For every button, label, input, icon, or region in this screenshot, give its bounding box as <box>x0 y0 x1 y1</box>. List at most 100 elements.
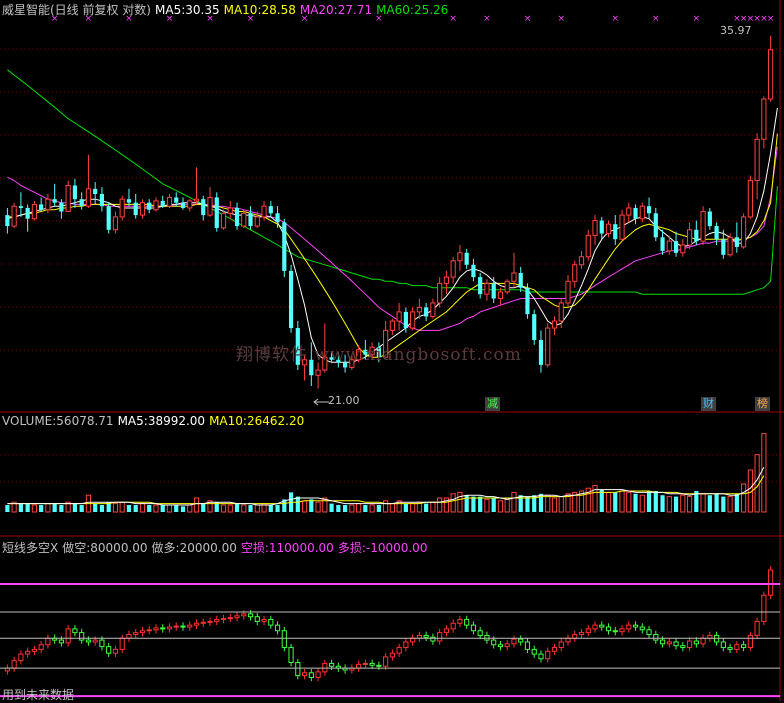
candle-body-up <box>241 212 247 227</box>
candle-body-up <box>166 196 173 207</box>
signal-marker: × <box>693 14 701 24</box>
candle-body-up <box>747 179 753 218</box>
candle-body-up <box>680 244 686 254</box>
candle-body-down <box>464 252 469 265</box>
osc-body-down <box>538 653 544 660</box>
volume-bar-down <box>39 505 44 512</box>
volume-ma5-label: MA5: <box>117 414 148 428</box>
osc-body-down <box>369 662 375 666</box>
candle-body-up <box>112 216 119 231</box>
osc-body-up <box>558 641 564 649</box>
candle-body-down <box>5 215 10 227</box>
osc-body-up <box>25 650 31 655</box>
tag-reduce[interactable]: 减 <box>485 397 500 411</box>
volume-bar-down <box>525 496 530 512</box>
candle-body-down <box>201 199 206 216</box>
tag-billboard[interactable]: 榜 <box>755 397 770 411</box>
candle-body-down <box>538 339 544 365</box>
volume-bar-down <box>5 505 10 512</box>
volume-bar-up <box>761 433 767 513</box>
short-label: 做空: <box>62 541 91 555</box>
osc-body-up <box>619 628 625 633</box>
candle-body-up <box>227 207 233 214</box>
volume-bar-up <box>450 493 456 513</box>
osc-body-down <box>605 626 612 632</box>
volume-bar-down <box>343 505 348 512</box>
volume-bar-down <box>599 489 604 512</box>
volume-bar-up <box>545 494 551 513</box>
candle-body-up <box>605 223 612 235</box>
price-candles <box>5 35 774 389</box>
osc-body-down <box>659 639 666 645</box>
signal-marker: × <box>557 14 565 24</box>
volume-bar-down <box>99 505 105 512</box>
candle-body-down <box>633 207 638 219</box>
candle-body-up <box>626 207 632 216</box>
osc-body-down <box>274 624 281 632</box>
osc-body-up <box>511 638 517 645</box>
volume-value: 56078.71 <box>56 414 114 428</box>
osc-body-down <box>160 627 166 630</box>
candle-body-up <box>254 216 260 227</box>
osc-body-down <box>254 616 260 622</box>
ma5-label: MA5: <box>155 3 186 17</box>
ma20-value: 27.71 <box>337 3 373 17</box>
osc-body-up <box>31 648 37 652</box>
signal-marker: × <box>611 14 619 24</box>
candle-body-up <box>193 198 200 202</box>
candle-body-up <box>545 327 551 366</box>
osc-body-down <box>308 672 314 678</box>
osc-body-up <box>403 641 409 649</box>
volume-bar-up <box>356 503 362 513</box>
signal-marker: × <box>524 14 532 24</box>
osc-body-down <box>328 662 335 667</box>
osc-body-up <box>457 619 463 624</box>
volume-bar-up <box>227 504 233 513</box>
volume-bar-down <box>707 495 712 512</box>
candle-body-up <box>727 236 733 256</box>
candle-body-down <box>93 188 98 194</box>
osc-body-up <box>450 622 456 630</box>
volume-bar-down <box>180 506 186 512</box>
osc-body-up <box>315 671 321 678</box>
volume-bar-up <box>639 494 645 513</box>
candle-body-down <box>39 204 44 210</box>
volume-bar-up <box>680 494 686 513</box>
osc-body-down <box>673 641 679 647</box>
candle-body-down <box>721 239 726 255</box>
volume-bar-down <box>673 496 679 512</box>
indicator-name: 短线多空X <box>2 541 59 555</box>
short-stop-value: 110000.00 <box>268 541 334 555</box>
osc-body-up <box>126 633 132 639</box>
candle-body-up <box>187 200 193 209</box>
volume-bar-up <box>484 498 490 513</box>
volume-bar-down <box>25 503 30 512</box>
osc-body-up <box>207 620 213 623</box>
osc-body-down <box>72 628 78 634</box>
osc-body-down <box>741 644 747 649</box>
ma10-label: MA10: <box>223 3 262 17</box>
candle-body-down <box>282 222 287 271</box>
candle-body-down <box>214 197 219 228</box>
osc-body-up <box>572 633 578 639</box>
low-price-marker: 21.00 <box>328 394 360 407</box>
candle-body-down <box>126 199 132 203</box>
candle-body-down <box>275 213 280 223</box>
tag-finance[interactable]: 财 <box>701 397 716 411</box>
candle-body-down <box>174 197 179 203</box>
osc-body-up <box>301 672 308 677</box>
candle-body-up <box>457 252 463 262</box>
candle-body-down <box>268 206 273 214</box>
candle-body-up <box>497 291 504 300</box>
osc-body-down <box>288 647 294 663</box>
price-title: 威星智能(日线 前复权 对数) <box>2 3 151 17</box>
volume-bar-up <box>430 501 436 513</box>
candle-body-up <box>511 272 517 282</box>
candle-body-down <box>248 213 253 227</box>
candle-body-up <box>754 138 760 181</box>
candle-body-down <box>106 206 111 230</box>
future-data-note: 用到未来数据 <box>2 688 75 702</box>
candle-body-up <box>585 234 591 258</box>
osc-body-down <box>477 630 483 636</box>
candle-body-down <box>52 199 57 203</box>
